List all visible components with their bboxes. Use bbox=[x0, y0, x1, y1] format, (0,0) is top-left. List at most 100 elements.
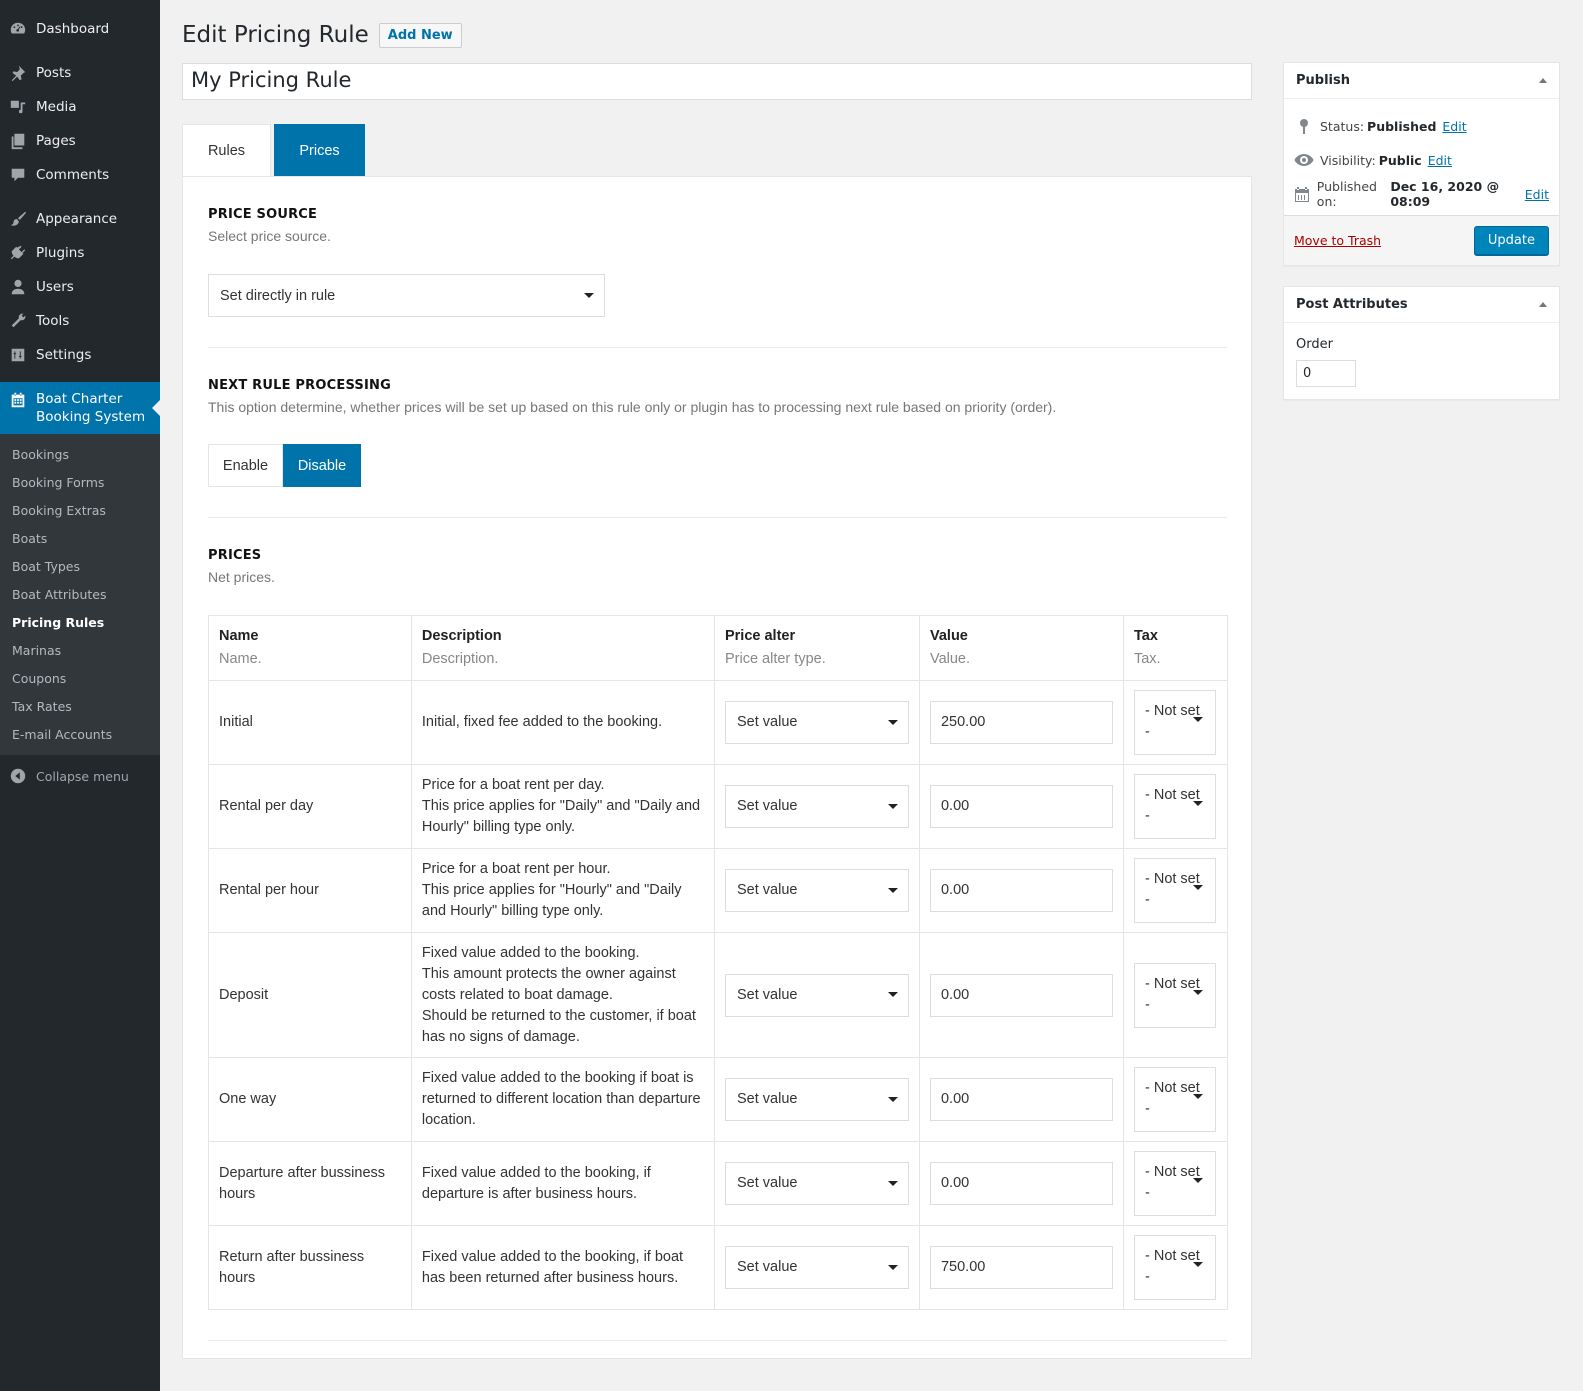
menu-item-pages[interactable]: Pages bbox=[0, 124, 160, 158]
price-alter-select[interactable]: Set value bbox=[724, 1162, 909, 1205]
media-icon bbox=[8, 97, 28, 117]
selected-value: - Not set - bbox=[1144, 1080, 1200, 1117]
post-title-input[interactable]: My Pricing Rule bbox=[182, 63, 1252, 100]
section-description: Net prices. bbox=[208, 569, 275, 585]
price-value-input[interactable]: 250.00 bbox=[929, 701, 1113, 744]
price-alter-cell: Set value bbox=[713, 1057, 920, 1142]
price-alter-select[interactable]: Set value bbox=[724, 785, 909, 828]
caret-down-icon bbox=[584, 292, 594, 298]
price-tax-cell: - Not set - bbox=[1122, 848, 1229, 933]
submenu-item-boat-types[interactable]: Boat Types bbox=[0, 553, 160, 581]
disable-option[interactable]: Disable bbox=[283, 444, 361, 487]
plug-icon bbox=[8, 243, 28, 263]
menu-item-settings[interactable]: Settings bbox=[0, 338, 160, 372]
selected-value: - Not set - bbox=[1144, 1248, 1200, 1285]
tax-select[interactable]: - Not set - bbox=[1133, 1151, 1216, 1216]
menu-item-dashboard[interactable]: Dashboard bbox=[0, 12, 160, 46]
collapse-toggle-icon[interactable] bbox=[1539, 302, 1547, 307]
menu-item-comments[interactable]: Comments bbox=[0, 158, 160, 192]
table-row: Departure after bussiness hours Fixed val… bbox=[208, 1141, 1229, 1226]
publish-box-header[interactable]: Publish bbox=[1284, 63, 1559, 99]
tax-select[interactable]: - Not set - bbox=[1133, 962, 1216, 1028]
price-value-input[interactable]: 0.00 bbox=[929, 1078, 1113, 1121]
caret-down-icon bbox=[887, 803, 898, 809]
tax-select[interactable]: - Not set - bbox=[1133, 774, 1216, 839]
status-value: Published bbox=[1367, 118, 1437, 134]
submenu-item-bookings[interactable]: Bookings bbox=[0, 441, 160, 469]
submenu-item-boat-attributes[interactable]: Boat Attributes bbox=[0, 581, 160, 609]
selected-value: Set value bbox=[736, 798, 798, 814]
page-title: Edit Pricing Rule bbox=[182, 22, 369, 48]
tab-prices[interactable]: Prices bbox=[274, 124, 365, 176]
price-tax-cell: - Not set - bbox=[1122, 764, 1229, 849]
submenu-item-email-accounts[interactable]: E-mail Accounts bbox=[0, 721, 160, 749]
box-title: Publish bbox=[1296, 73, 1350, 88]
submenu-item-tax-rates[interactable]: Tax Rates bbox=[0, 693, 160, 721]
edit-visibility-link[interactable]: Edit bbox=[1428, 153, 1452, 168]
price-tax-cell: - Not set - bbox=[1122, 680, 1229, 765]
caret-down-icon bbox=[1192, 717, 1203, 722]
menu-item-users[interactable]: Users bbox=[0, 270, 160, 304]
price-description-cell: Fixed value added to the booking if boat… bbox=[410, 1057, 715, 1142]
price-value-input[interactable]: 0.00 bbox=[929, 785, 1113, 828]
add-new-button[interactable]: Add New bbox=[378, 22, 462, 48]
selected-value: - Not set - bbox=[1144, 1164, 1200, 1201]
menu-item-boat-charter[interactable]: Boat Charter Booking System bbox=[0, 382, 160, 434]
menu-item-appearance[interactable]: Appearance bbox=[0, 202, 160, 236]
menu-label: Users bbox=[36, 279, 74, 295]
tax-select[interactable]: - Not set - bbox=[1133, 858, 1216, 923]
box-title: Post Attributes bbox=[1296, 297, 1408, 312]
submenu-item-boats[interactable]: Boats bbox=[0, 525, 160, 553]
price-value-cell: 250.00 bbox=[918, 680, 1124, 765]
price-value-input[interactable]: 0.00 bbox=[929, 1162, 1113, 1205]
price-alter-select[interactable]: Set value bbox=[724, 869, 909, 912]
selected-value: - Not set - bbox=[1144, 871, 1200, 908]
table-row: One way Fixed value added to the booking … bbox=[208, 1057, 1229, 1142]
price-value-cell: 0.00 bbox=[918, 932, 1124, 1058]
submenu-item-coupons[interactable]: Coupons bbox=[0, 665, 160, 693]
post-attributes-header[interactable]: Post Attributes bbox=[1284, 287, 1559, 323]
price-alter-select[interactable]: Set value bbox=[724, 701, 909, 744]
caret-down-icon bbox=[887, 1096, 898, 1102]
menu-item-plugins[interactable]: Plugins bbox=[0, 236, 160, 270]
update-button[interactable]: Update bbox=[1473, 226, 1549, 255]
submenu-item-pricing-rules[interactable]: Pricing Rules bbox=[0, 609, 160, 637]
tax-select[interactable]: - Not set - bbox=[1133, 1235, 1216, 1300]
price-source-select[interactable]: Set directly in rule bbox=[208, 274, 605, 317]
tax-select[interactable]: - Not set - bbox=[1133, 690, 1216, 755]
tab-bar: Rules Prices bbox=[182, 124, 1262, 176]
caret-down-icon bbox=[887, 719, 898, 725]
order-label: Order bbox=[1296, 337, 1333, 352]
price-name-cell: Rental per day bbox=[208, 764, 412, 849]
menu-item-tools[interactable]: Tools bbox=[0, 304, 160, 338]
menu-item-media[interactable]: Media bbox=[0, 90, 160, 124]
column-header-name: Name Name. bbox=[208, 615, 412, 681]
selected-value: Set value bbox=[736, 714, 798, 730]
edit-date-link[interactable]: Edit bbox=[1525, 187, 1549, 202]
price-alter-select[interactable]: Set value bbox=[724, 1078, 909, 1121]
tax-select[interactable]: - Not set - bbox=[1133, 1067, 1216, 1132]
table-row: Rental per day Price for a boat rent per … bbox=[208, 764, 1229, 849]
price-value-cell: 750.00 bbox=[918, 1225, 1124, 1310]
move-to-trash-link[interactable]: Move to Trash bbox=[1294, 233, 1381, 248]
submenu-item-booking-extras[interactable]: Booking Extras bbox=[0, 497, 160, 525]
edit-status-link[interactable]: Edit bbox=[1442, 119, 1466, 134]
enable-option[interactable]: Enable bbox=[208, 444, 283, 487]
tab-rules[interactable]: Rules bbox=[182, 124, 271, 176]
order-input[interactable]: 0 bbox=[1296, 360, 1356, 387]
menu-label: Posts bbox=[36, 65, 72, 81]
price-alter-cell: Set value bbox=[713, 1225, 920, 1310]
price-value-input[interactable]: 0.00 bbox=[929, 869, 1113, 912]
menu-label: Plugins bbox=[36, 245, 85, 261]
selected-value: - Not set - bbox=[1144, 975, 1200, 1013]
collapse-menu-button[interactable]: Collapse menu bbox=[0, 759, 160, 793]
table-row: Return after bussiness hours Fixed value … bbox=[208, 1225, 1229, 1310]
submenu-item-marinas[interactable]: Marinas bbox=[0, 637, 160, 665]
price-alter-select[interactable]: Set value bbox=[724, 973, 909, 1017]
price-alter-select[interactable]: Set value bbox=[724, 1246, 909, 1289]
price-value-input[interactable]: 0.00 bbox=[929, 973, 1113, 1017]
menu-item-posts[interactable]: Posts bbox=[0, 56, 160, 90]
submenu-item-booking-forms[interactable]: Booking Forms bbox=[0, 469, 160, 497]
collapse-toggle-icon[interactable] bbox=[1539, 78, 1547, 83]
price-value-input[interactable]: 750.00 bbox=[929, 1246, 1113, 1289]
